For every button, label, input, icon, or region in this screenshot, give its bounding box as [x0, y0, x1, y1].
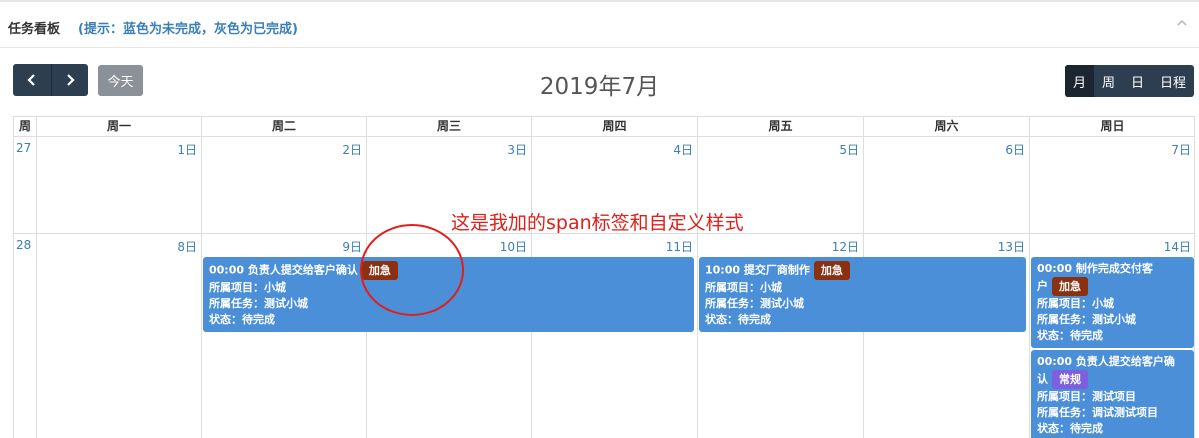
day-number[interactable]: 6日	[1005, 141, 1025, 158]
calendar-event[interactable]: 00:00 负责人提交给客户确 认常规 所属项目：测试项目 所属任务：调试测试项…	[1031, 350, 1194, 438]
event-task: 所属任务：测试小城	[1037, 313, 1136, 326]
event-project: 所属项目：小城	[705, 281, 782, 294]
day-cell[interactable]: 8日	[36, 234, 201, 438]
day-number[interactable]: 4日	[673, 141, 693, 158]
day-number[interactable]: 1日	[177, 141, 197, 158]
panel-header: 任务看板 (提示：蓝色为未完成，灰色为已完成)	[0, 2, 1199, 48]
event-project: 所属项目：小城	[1037, 297, 1114, 310]
view-day-button[interactable]: 日	[1123, 65, 1152, 97]
weekday-mon: 周一	[36, 117, 201, 136]
day-cell[interactable]: 7日	[1029, 137, 1195, 233]
calendar-toolbar: 今天 2019年7月 月 周 日 日程	[0, 49, 1199, 111]
event-title: 10:00 提交厂商制作	[705, 263, 810, 277]
event-status: 状态：待完成	[705, 313, 771, 326]
weekday-header: 周 周一 周二 周三 周四 周五 周六 周日	[14, 117, 1194, 137]
day-number[interactable]: 7日	[1171, 141, 1191, 158]
day-cell[interactable]: 2日	[201, 137, 366, 233]
weekday-sat: 周六	[863, 117, 1029, 136]
calendar-event[interactable]: 00:00 制作完成交付客 户加急 所属项目：小城 所属任务：测试小城 状态：待…	[1031, 257, 1194, 348]
event-title-line: 户加急	[1037, 277, 1188, 296]
event-title-line: 认常规	[1037, 370, 1188, 389]
event-project: 所属项目：测试项目	[1037, 390, 1136, 403]
urgent-badge: 加急	[813, 261, 850, 280]
panel-title: 任务看板	[8, 22, 61, 37]
day-number[interactable]: 11日	[666, 238, 693, 255]
weekday-tue: 周二	[201, 117, 366, 136]
normal-badge: 常规	[1052, 370, 1088, 389]
view-week-button[interactable]: 周	[1094, 65, 1123, 97]
day-number[interactable]: 14日	[1164, 238, 1191, 255]
view-switcher: 月 周 日 日程	[1064, 65, 1194, 97]
event-task: 所属任务：测试小城	[705, 297, 804, 310]
weekday-sun: 周日	[1029, 117, 1195, 136]
week-number[interactable]: 28	[14, 234, 36, 438]
event-title-cont: 户	[1037, 279, 1048, 293]
day-number[interactable]: 5日	[839, 141, 859, 158]
day-number[interactable]: 8日	[177, 238, 197, 255]
day-cell[interactable]: 1日	[36, 137, 201, 233]
day-number[interactable]: 3日	[507, 141, 527, 158]
week-col-header: 周	[18, 119, 31, 133]
weekday-fri: 周五	[697, 117, 863, 136]
day-number[interactable]: 13日	[998, 238, 1025, 255]
day-number[interactable]: 12日	[832, 238, 859, 255]
event-status: 状态：待完成	[1037, 329, 1103, 342]
calendar-title: 2019年7月	[539, 74, 660, 100]
view-month-button[interactable]: 月	[1064, 65, 1094, 97]
event-title: 00:00 负责人提交给客户确认	[209, 263, 358, 277]
calendar-event[interactable]: 10:00 提交厂商制作 加急 所属项目：小城 所属任务：测试小城 状态：待完成	[699, 257, 1026, 332]
weekday-thu: 周四	[531, 117, 697, 136]
annotation-circle	[360, 224, 464, 316]
chevron-up-icon[interactable]	[1175, 16, 1189, 30]
day-number[interactable]: 2日	[342, 141, 362, 158]
event-title-line: 10:00 提交厂商制作 加急	[705, 261, 1020, 280]
event-title: 00:00 制作完成交付客	[1037, 262, 1153, 275]
event-task: 所属任务：调试测试项目	[1037, 406, 1158, 419]
event-status: 状态：待完成	[1037, 422, 1103, 435]
weekday-wed: 周三	[366, 117, 531, 136]
day-number[interactable]: 10日	[500, 238, 527, 255]
event-title-cont: 认	[1037, 372, 1048, 386]
panel-hint: (提示：蓝色为未完成，灰色为已完成)	[78, 22, 298, 37]
urgent-badge: 加急	[1052, 277, 1088, 296]
view-agenda-button[interactable]: 日程	[1152, 65, 1194, 97]
annotation-text: 这是我加的span标签和自定义样式	[451, 212, 744, 234]
event-title: 00:00 负责人提交给客户确	[1037, 355, 1175, 368]
day-cell[interactable]: 6日	[863, 137, 1029, 233]
week-number[interactable]: 27	[14, 137, 36, 233]
